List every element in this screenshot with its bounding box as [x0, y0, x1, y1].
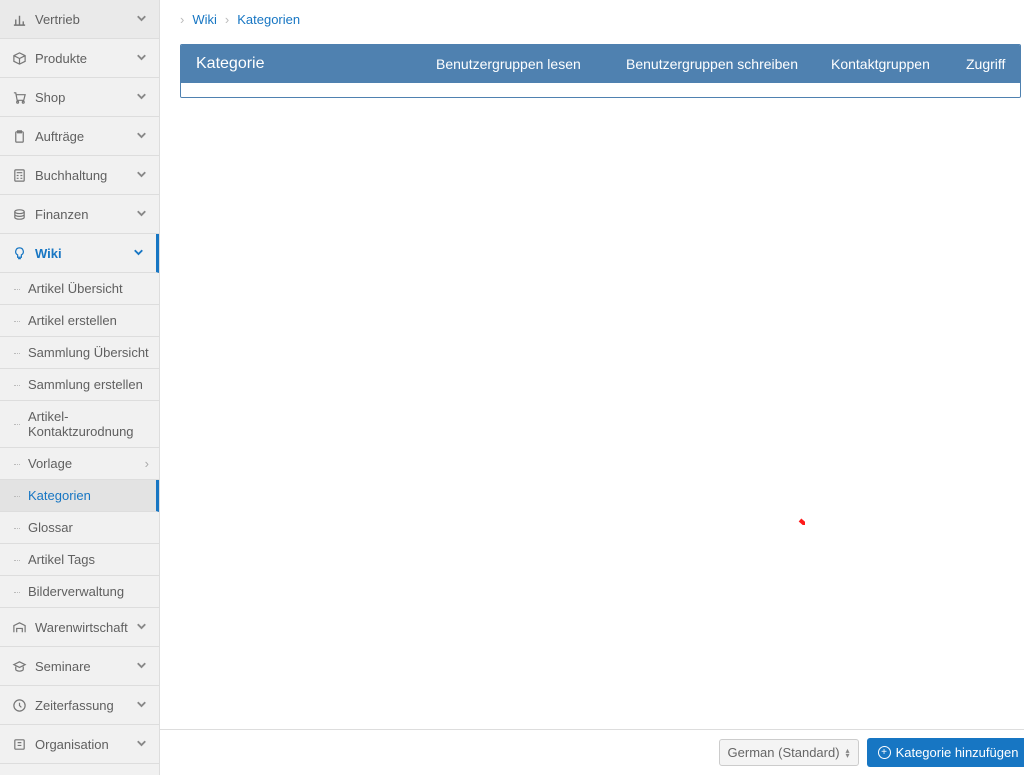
- plus-circle-icon: +: [878, 746, 891, 759]
- sidebar-item-auftraege[interactable]: Aufträge: [0, 117, 159, 156]
- sidebar-item-label: Zeiterfassung: [35, 698, 134, 713]
- sidebar-item-label: Buchhaltung: [35, 168, 134, 183]
- sidebar-subitem-sammlung-uebersicht[interactable]: Sammlung Übersicht: [0, 337, 159, 369]
- sidebar-item-zeiterfassung[interactable]: Zeiterfassung: [0, 686, 159, 725]
- sidebar-item-label: Produkte: [35, 51, 134, 66]
- chevron-down-icon: [134, 166, 149, 184]
- sidebar-item-label: Shop: [35, 90, 134, 105]
- sidebar-item-label: Seminare: [35, 659, 134, 674]
- sort-icon: ▴▾: [846, 748, 850, 758]
- chevron-right-icon: ›: [225, 12, 229, 27]
- sidebar-item-label: Organisation: [35, 737, 134, 752]
- money-icon: [10, 205, 28, 223]
- sidebar-item-label: Aufträge: [35, 129, 134, 144]
- sidebar-item-produkte[interactable]: Produkte: [0, 39, 159, 78]
- sidebar-wiki-submenu: Artikel Übersicht Artikel erstellen Samm…: [0, 273, 159, 608]
- sidebar-item-wiki[interactable]: Wiki: [0, 234, 159, 273]
- sidebar-subitem-glossar[interactable]: Glossar: [0, 512, 159, 544]
- table-body: [181, 83, 1020, 97]
- sidebar-subitem-artikel-erstellen[interactable]: Artikel erstellen: [0, 305, 159, 337]
- add-category-label: Kategorie hinzufügen: [896, 745, 1019, 760]
- org-icon: [10, 735, 28, 753]
- main-content: › Wiki › Kategorien Kategorie Benutzergr…: [160, 0, 1024, 775]
- sidebar-item-seminare[interactable]: Seminare: [0, 647, 159, 686]
- sidebar-item-warenwirtschaft[interactable]: Warenwirtschaft: [0, 608, 159, 647]
- sidebar-item-vertrieb[interactable]: Vertrieb: [0, 0, 159, 39]
- sidebar-item-label: Warenwirtschaft: [35, 620, 134, 635]
- chevron-down-icon: [134, 10, 149, 28]
- chevron-down-icon: [134, 696, 149, 714]
- bar-chart-icon: [10, 10, 28, 28]
- lightbulb-icon: [10, 244, 28, 262]
- table-header-row: Kategorie Benutzergruppen lesen Benutzer…: [181, 45, 1020, 83]
- breadcrumb-kategorien[interactable]: Kategorien: [237, 12, 300, 27]
- chevron-down-icon: [134, 205, 149, 223]
- chevron-down-icon: [134, 735, 149, 753]
- table-header-access: Zugriff: [961, 46, 1010, 82]
- sidebar-item-organisation[interactable]: Organisation: [0, 725, 159, 764]
- chevron-down-icon: [134, 88, 149, 106]
- sidebar-subitem-bilderverwaltung[interactable]: Bilderverwaltung: [0, 576, 159, 608]
- sidebar-subitem-artikel-uebersicht[interactable]: Artikel Übersicht: [0, 273, 159, 305]
- categories-table: Kategorie Benutzergruppen lesen Benutzer…: [180, 44, 1021, 98]
- sidebar: Vertrieb Produkte Shop Aufträge: [0, 0, 160, 775]
- breadcrumb: › Wiki › Kategorien: [160, 0, 1024, 39]
- footer-bar: German (Standard) ▴▾ + Kategorie hinzufü…: [160, 729, 1024, 775]
- table-header-read-groups: Benutzergruppen lesen: [431, 46, 621, 82]
- add-category-button[interactable]: + Kategorie hinzufügen: [867, 738, 1024, 767]
- clock-icon: [10, 696, 28, 714]
- chevron-down-icon: [134, 127, 149, 145]
- graduation-icon: [10, 657, 28, 675]
- sidebar-item-buchungen[interactable]: Buchungen: [0, 764, 159, 775]
- table-header-write-groups: Benutzergruppen schreiben: [621, 46, 826, 82]
- sidebar-subitem-sammlung-erstellen[interactable]: Sammlung erstellen: [0, 369, 159, 401]
- sidebar-item-label: Vertrieb: [35, 12, 134, 27]
- table-header-category: Kategorie: [191, 45, 431, 83]
- chevron-down-icon: [134, 49, 149, 67]
- chevron-down-icon: [134, 618, 149, 636]
- warehouse-icon: [10, 618, 28, 636]
- language-select[interactable]: German (Standard) ▴▾: [719, 739, 859, 766]
- chevron-down-icon: [131, 244, 146, 262]
- clipboard-icon: [10, 127, 28, 145]
- table-header-contact-groups: Kontaktgruppen: [826, 46, 961, 82]
- chevron-down-icon: [134, 657, 149, 675]
- cube-icon: [10, 49, 28, 67]
- sidebar-subitem-artikel-kontaktzuordnung[interactable]: Artikel-Kontaktzurodnung: [0, 401, 159, 448]
- breadcrumb-wiki[interactable]: Wiki: [192, 12, 217, 27]
- sidebar-subitem-vorlage[interactable]: Vorlage: [0, 448, 159, 480]
- language-label: German (Standard): [728, 745, 840, 760]
- sidebar-item-label: Wiki: [35, 246, 131, 261]
- chevron-right-icon: ›: [180, 12, 184, 27]
- sidebar-item-label: Finanzen: [35, 207, 134, 222]
- sidebar-item-finanzen[interactable]: Finanzen: [0, 195, 159, 234]
- cart-icon: [10, 88, 28, 106]
- calculator-icon: [10, 166, 28, 184]
- sidebar-item-buchhaltung[interactable]: Buchhaltung: [0, 156, 159, 195]
- sidebar-item-shop[interactable]: Shop: [0, 78, 159, 117]
- sidebar-subitem-kategorien[interactable]: Kategorien: [0, 480, 159, 512]
- sidebar-subitem-artikel-tags[interactable]: Artikel Tags: [0, 544, 159, 576]
